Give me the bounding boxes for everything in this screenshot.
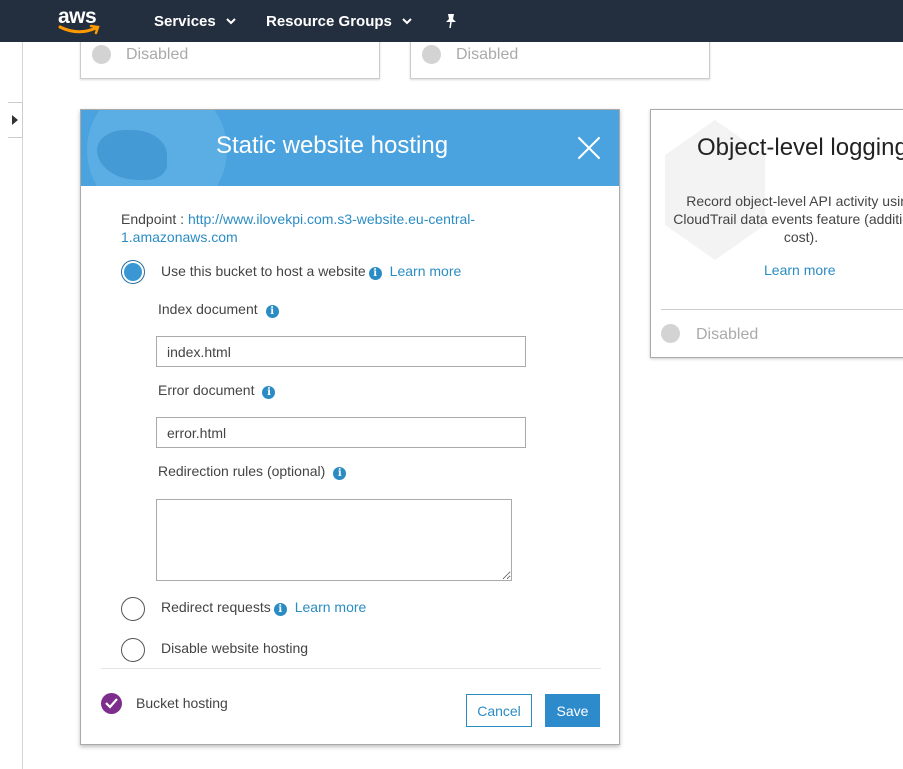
disable-hosting-label: Disable website hosting [161,640,309,656]
redirect-requests-option: Redirect requests i Learn more [161,599,366,616]
info-icon[interactable]: i [273,603,287,616]
info-icon[interactable]: i [333,467,347,480]
disable-hosting-radio[interactable] [121,638,145,662]
info-icon[interactable]: i [262,386,276,399]
card-description: Record object-level API activity using C… [673,193,903,245]
index-document-label: Index document [158,301,258,317]
learn-more-link[interactable]: Learn more [390,263,462,279]
card-title: Object-level logging [697,134,903,161]
redirection-rules-label-row: Redirection rules (optional) i [158,463,347,480]
redirect-requests-radio[interactable] [121,597,145,621]
card-divider [661,309,903,310]
resource-groups-menu[interactable]: Resource Groups [266,0,412,42]
pin-button[interactable] [444,0,458,42]
learn-more-link[interactable]: Learn more [295,599,367,615]
pin-icon [446,14,456,29]
host-website-label: Use this bucket to host a website [161,263,366,279]
footer-divider [101,668,601,669]
chevron-down-icon [402,17,412,28]
sidebar-toggle-button[interactable] [8,102,23,138]
index-document-label-row: Index document i [158,301,279,318]
endpoint-label: Endpoint : [121,211,188,227]
disable-hosting-option: Disable website hosting [161,640,308,656]
error-document-input[interactable] [156,417,526,448]
close-icon[interactable] [577,136,601,160]
static-website-hosting-card: Static website hosting Endpoint : http:/… [80,109,620,745]
status-dot-icon [422,45,441,64]
chevron-down-icon [226,17,236,28]
status-label: Disabled [696,326,759,343]
info-icon[interactable]: i [368,267,382,280]
resource-groups-label: Resource Groups [266,12,392,30]
host-website-radio[interactable] [121,260,145,284]
error-document-label-row: Error document i [158,382,276,399]
aws-smile-icon [58,24,100,35]
object-level-logging-card[interactable]: Object-level logging Record object-level… [650,109,903,358]
status-label: Disabled [126,46,189,63]
caret-right-icon [12,115,18,125]
card-header: Static website hosting [81,110,619,186]
learn-more-link[interactable]: Learn more [764,262,836,278]
redirection-rules-label: Redirection rules (optional) [158,463,326,479]
services-menu[interactable]: Services [154,0,236,42]
host-website-option: Use this bucket to host a website i Learn … [161,263,461,280]
info-icon[interactable]: i [265,305,279,318]
index-document-input[interactable] [156,336,526,367]
aws-logo[interactable]: aws [58,6,102,38]
redirection-rules-textarea[interactable] [156,499,512,581]
sidebar-border [22,42,23,769]
card-title: Static website hosting [215,132,449,159]
redirect-requests-label: Redirect requests [161,599,271,615]
save-button[interactable]: Save [545,694,600,727]
status-dot-icon [92,45,111,64]
services-label: Services [154,12,216,30]
endpoint-text: Endpoint : http://www.ilovekpi.com.s3-we… [121,210,501,246]
top-navigation-bar: aws Services Resource Groups [0,0,903,42]
status-dot-icon [661,324,680,343]
checkmark-icon [101,693,122,714]
status-label: Disabled [456,46,519,63]
error-document-label: Error document [158,382,255,398]
cancel-button[interactable]: Cancel [466,694,532,727]
bucket-hosting-label: Bucket hosting [136,695,228,711]
